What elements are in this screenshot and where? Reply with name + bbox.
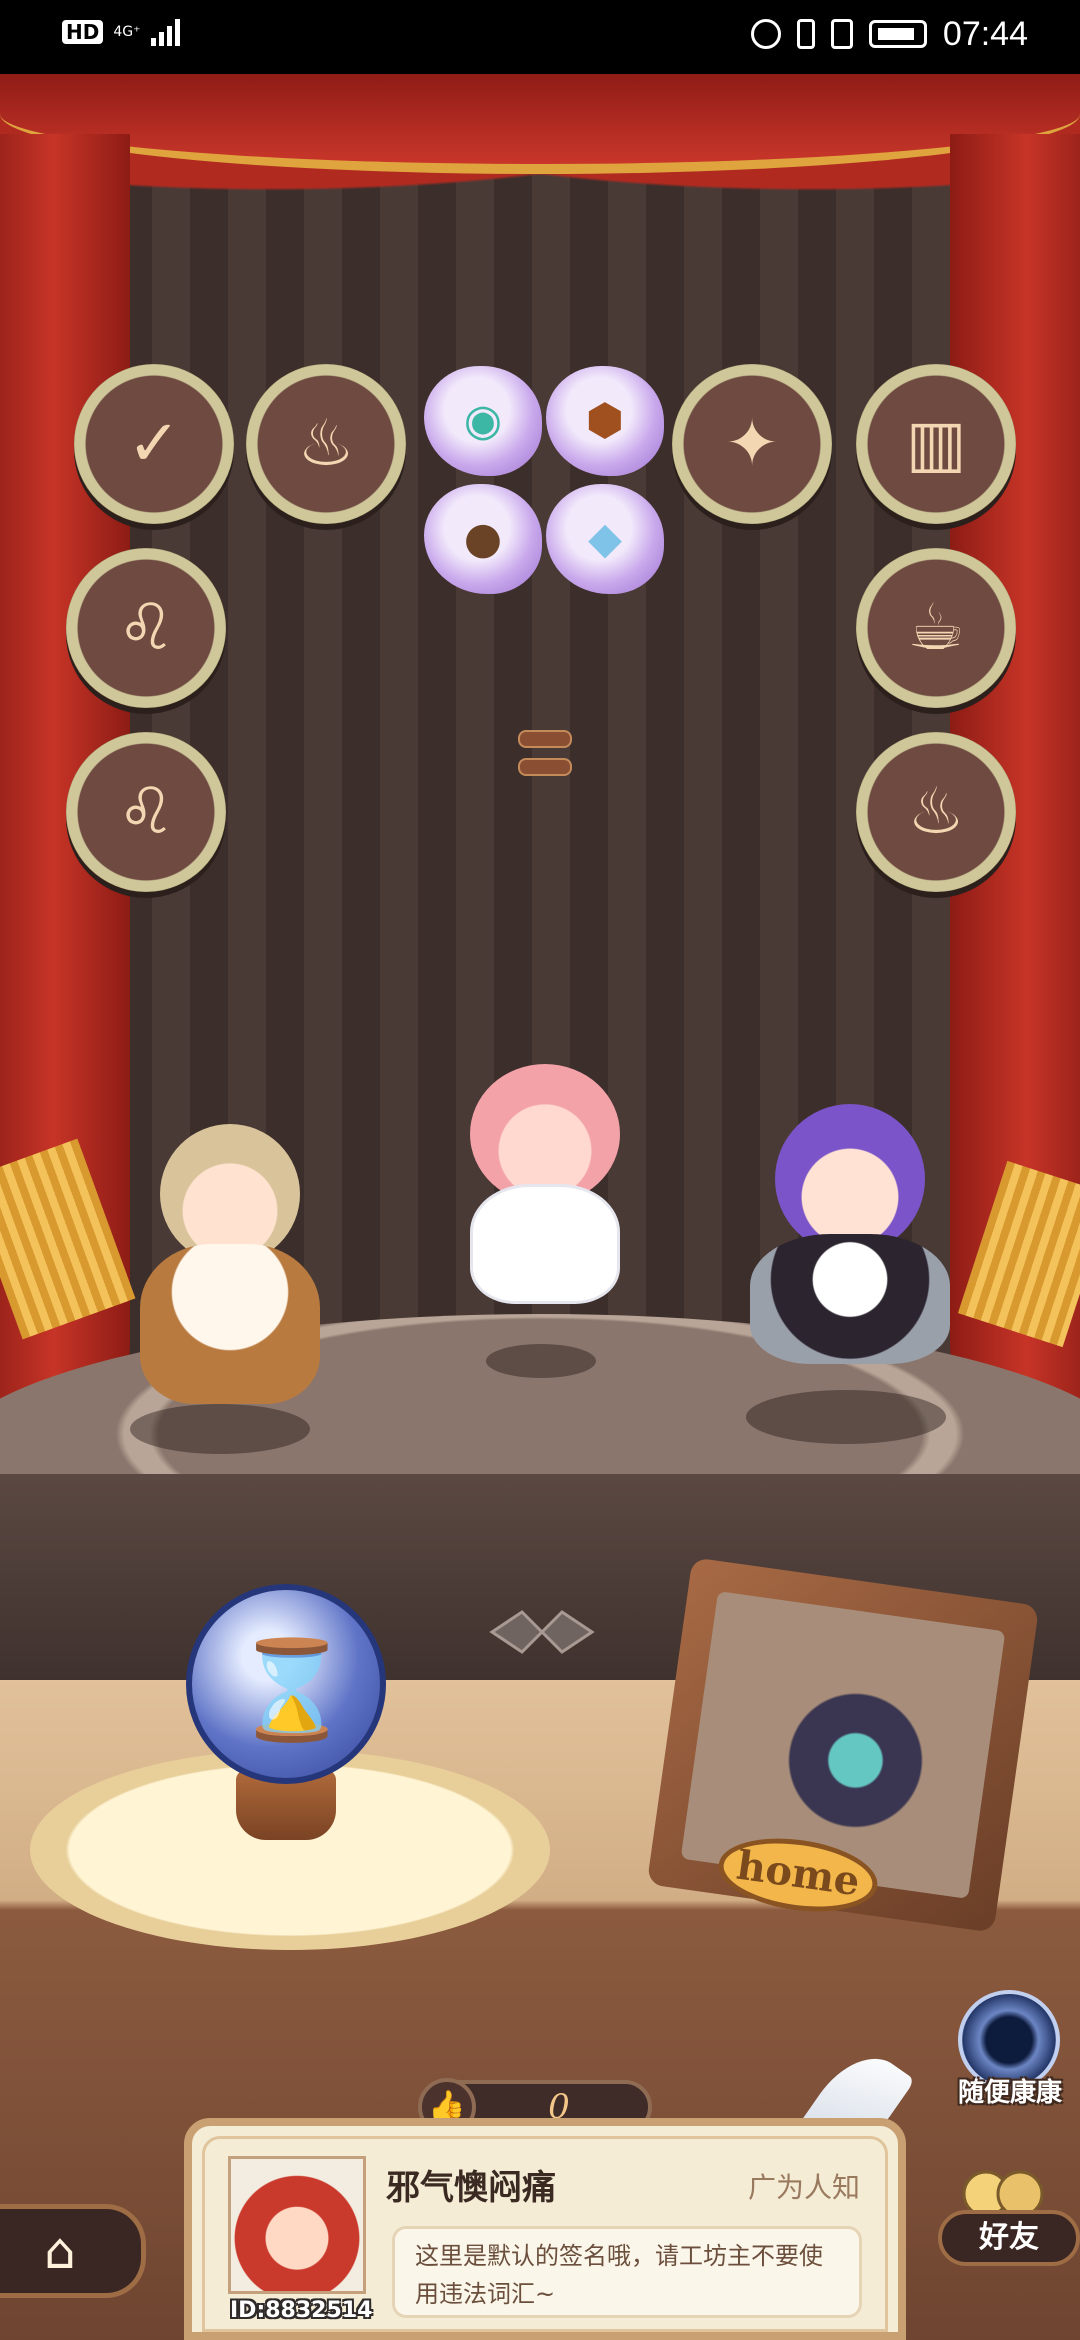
player-id: ID:8832514 bbox=[230, 2298, 373, 2323]
medal-slot[interactable]: ♌ bbox=[66, 732, 226, 892]
hourglass-icon: ⌛ bbox=[232, 1634, 352, 1746]
timer-orb[interactable]: ⌛ bbox=[186, 1584, 386, 1784]
character-sheep-girl[interactable] bbox=[450, 1064, 640, 1304]
avatar[interactable] bbox=[228, 2156, 366, 2294]
home-button[interactable]: ⌂ bbox=[0, 2204, 146, 2298]
item-bubble[interactable]: ◆ bbox=[546, 484, 664, 594]
character-purple-maid[interactable] bbox=[740, 1104, 960, 1364]
player-name: 邪气懊闷痛 bbox=[386, 2168, 556, 2208]
medal-slot[interactable]: ♨ bbox=[246, 364, 406, 524]
medal-slot[interactable]: ✦ bbox=[672, 364, 832, 524]
game-scene: ✓ ♨ ♌ ♌ ✦ ▥ ☕ ♨ ◉ ⬢ ● ◆ ⌛ home 随便康康 👍 0 … bbox=[0, 74, 1080, 2340]
item-bubble[interactable]: ◉ bbox=[424, 366, 542, 476]
lion-face-icon: ♌ bbox=[117, 775, 175, 849]
bluetooth-icon bbox=[796, 19, 815, 49]
character-shadow bbox=[746, 1390, 946, 1444]
lion-face-icon: ♌ bbox=[117, 591, 175, 665]
character-basket bbox=[140, 1244, 320, 1404]
item-bubble[interactable]: ● bbox=[424, 484, 542, 594]
character-head bbox=[470, 1064, 620, 1204]
status-right: 07:44 bbox=[750, 14, 1028, 54]
network-type: 4G⁺ bbox=[113, 24, 141, 40]
status-left: HD 4G⁺ bbox=[62, 18, 180, 46]
alarm-icon bbox=[750, 19, 781, 49]
medal-slot[interactable]: ▥ bbox=[856, 364, 1016, 524]
vibrate-icon bbox=[830, 19, 853, 49]
random-visit-label[interactable]: 随便康康 bbox=[940, 2072, 1080, 2109]
profile-card[interactable]: ID:8832514 邪气懊闷痛 广为人知 这里是默认的签名哦，请工坊主不要使用… bbox=[184, 2118, 906, 2340]
hd-badge: HD bbox=[62, 20, 104, 44]
cauldron-icon: ♨ bbox=[907, 775, 965, 849]
player-signature: 这里是默认的签名哦，请工坊主不要使用违法词汇~ bbox=[392, 2226, 862, 2318]
character-head bbox=[775, 1104, 925, 1254]
stage-ornament bbox=[489, 1610, 595, 1654]
clock: 07:44 bbox=[942, 15, 1028, 53]
character-head bbox=[160, 1124, 300, 1264]
fairy-icon: ✦ bbox=[725, 407, 779, 481]
menu-toggle-button[interactable] bbox=[518, 730, 572, 786]
cauldron-icon: ♨ bbox=[297, 407, 355, 481]
scroll-check-icon: ✓ bbox=[127, 407, 181, 481]
player-rank: 广为人知 bbox=[747, 2171, 860, 2204]
friends-button[interactable]: 好友 bbox=[938, 2210, 1080, 2266]
item-bubble[interactable]: ⬢ bbox=[546, 366, 664, 476]
bread-loaf-icon: ⬢ bbox=[585, 395, 625, 446]
house-icon: ⌂ bbox=[44, 2222, 76, 2280]
character-tray bbox=[750, 1234, 950, 1364]
medal-slot[interactable]: ♌ bbox=[66, 548, 226, 708]
crystal-pile-icon: ◆ bbox=[588, 513, 622, 564]
medal-slot[interactable]: ✓ bbox=[74, 364, 234, 524]
medal-slot[interactable]: ♨ bbox=[856, 732, 1016, 892]
character-fleece bbox=[470, 1184, 620, 1304]
battery-icon bbox=[868, 20, 927, 48]
medal-slot[interactable]: ☕ bbox=[856, 548, 1016, 708]
seeds-pile-icon: ● bbox=[463, 513, 503, 564]
character-shadow bbox=[486, 1344, 596, 1378]
book-icon: ▥ bbox=[905, 407, 967, 481]
water-bowl-icon: ◉ bbox=[463, 395, 503, 446]
thumbs-up-cup-icon: ☕ bbox=[907, 591, 965, 665]
character-bread-maid[interactable] bbox=[130, 1124, 330, 1404]
character-shadow bbox=[130, 1404, 310, 1454]
status-bar: HD 4G⁺ 07:44 bbox=[0, 0, 1080, 74]
signal-icon bbox=[150, 18, 180, 46]
